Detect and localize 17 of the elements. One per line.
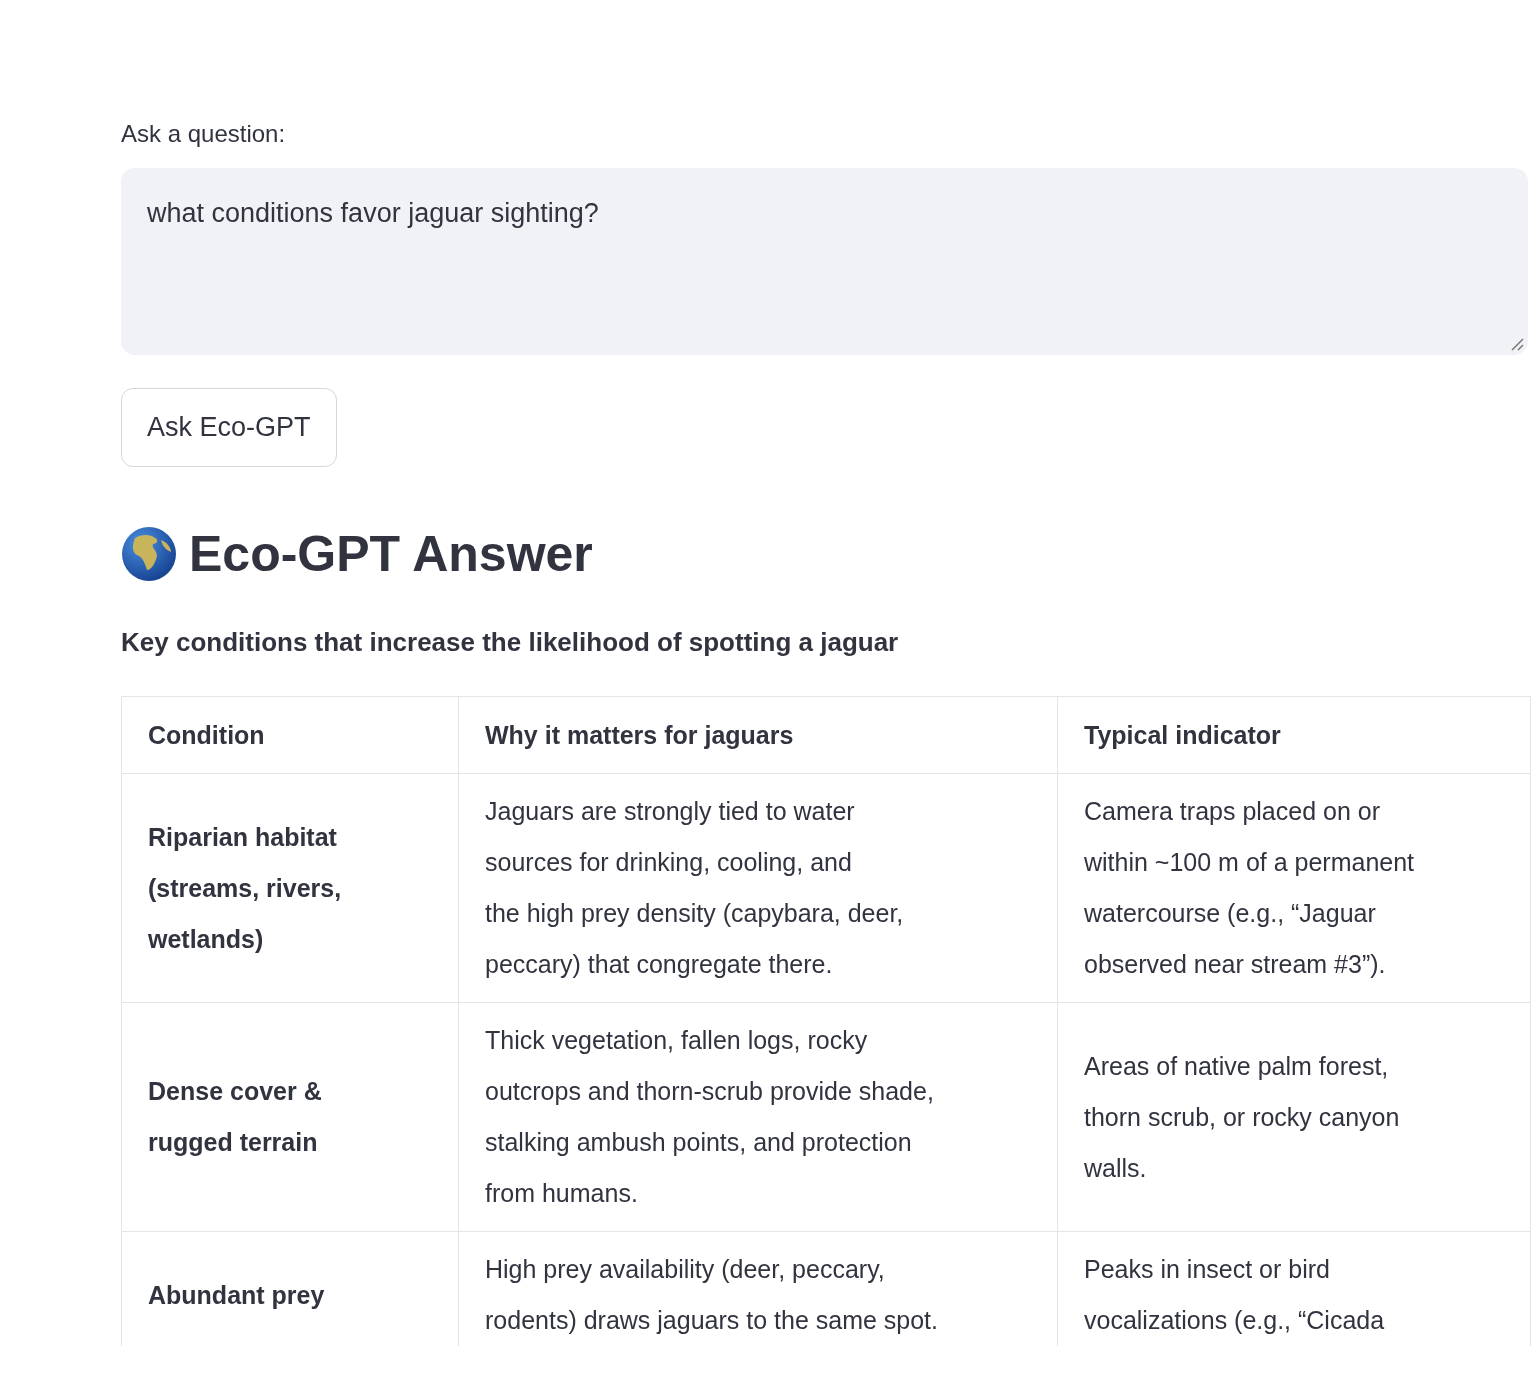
table-cell: Dense cover & rugged terrain [121,1002,459,1232]
answer-heading: Eco-GPT Answer [189,525,593,583]
table-cell: Jaguars are strongly tied to water sources for drinking, cooling, and the high prey density (capybara, deer, peccary) that congregate there. [458,773,1058,1003]
column-header: Typical indicator [1057,696,1531,774]
column-header: Condition [121,696,459,774]
resize-handle-icon[interactable] [1510,337,1524,351]
table-cell: Camera traps placed on or within ~100 m of a permanent watercourse (e.g., “Jaguar observed near stream #3”). [1057,773,1531,1003]
column-header: Why it matters for jaguars [458,696,1058,774]
question-label: Ask a question: [121,120,287,148]
table-cell: Areas of native palm forest, thorn scrub, or rocky canyon walls. [1057,1002,1531,1232]
ask-button[interactable]: Ask Eco-GPT [121,388,337,467]
question-field[interactable]: what conditions favor jaguar sighting? [121,168,1528,355]
table-cell: Riparian habitat (streams, rivers, wetlands) [121,773,459,1003]
answer-subtitle: Key conditions that increase the likelihood of spotting a jaguar [121,627,900,658]
globe-icon [121,526,177,582]
table-cell: Thick vegetation, fallen logs, rocky outcrops and thorn-scrub provide shade, stalking ambush points, and protection from humans. [458,1002,1058,1232]
table-cell: Abundant prey [121,1231,459,1346]
